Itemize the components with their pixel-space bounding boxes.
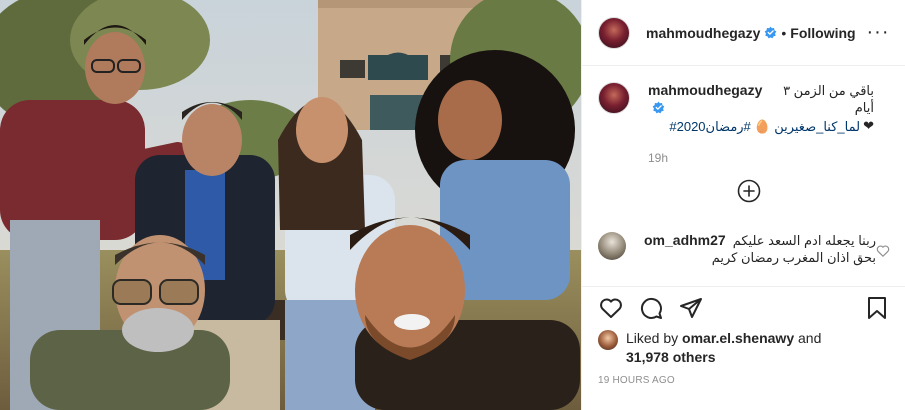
caption-head: mahmoudhegazy باقي من الزمن ٣ أيام: [648, 82, 874, 116]
comment-button[interactable]: [638, 295, 664, 321]
header-separator: •: [781, 24, 787, 41]
comments-section: mahmoudhegazy باقي من الزمن ٣ أيام لما_ك…: [582, 66, 905, 286]
caption-hashtags[interactable]: لما_كنا_صغيرين 🥚 #رمضان2020#: [669, 118, 860, 135]
author-username[interactable]: mahmoudhegazy: [646, 25, 760, 41]
like-button[interactable]: [598, 295, 624, 321]
post-timestamp[interactable]: 19 HOURS AGO: [598, 375, 890, 386]
paper-plane-icon: [680, 298, 702, 318]
commenter-username[interactable]: om_adhm27: [644, 232, 726, 249]
likes-text: Liked by omar.el.shenawy and 31,978 othe…: [626, 329, 821, 367]
likes-prefix: Liked by: [626, 330, 679, 346]
comment-like-heart-icon[interactable]: [876, 244, 890, 258]
comment-bubble-icon: [640, 297, 662, 319]
liked-by-username[interactable]: omar.el.shenawy: [682, 330, 794, 346]
group-selfie-image: [0, 0, 581, 410]
liker-avatar[interactable]: [598, 330, 618, 350]
comment-text-line1: ربنا يجعله ادم السعد عليكم: [732, 233, 876, 248]
post-actions: Liked by omar.el.shenawy and 31,978 othe…: [582, 286, 905, 386]
plus-circle-icon[interactable]: [737, 179, 761, 203]
post-header: mahmoudhegazy • Following ···: [582, 0, 905, 66]
caption-avatar[interactable]: [598, 82, 630, 114]
more-options-icon[interactable]: ···: [867, 21, 889, 43]
author-avatar[interactable]: [598, 16, 630, 49]
save-button[interactable]: [864, 295, 890, 321]
action-icons: [598, 291, 890, 325]
comment-first-line: om_adhm27 ربنا يجعله ادم السعد عليكم: [644, 232, 876, 249]
following-button[interactable]: Following: [790, 25, 855, 41]
comment-text-line2: بحق اذان المغرب رمضان كريم: [711, 250, 876, 265]
caption-username[interactable]: mahmoudhegazy: [648, 82, 762, 98]
caption-time: 19h: [648, 151, 669, 165]
bookmark-icon: [868, 297, 886, 319]
post-photo[interactable]: [0, 0, 581, 410]
caption-text: باقي من الزمن ٣ أيام: [783, 83, 874, 115]
likes-others-link[interactable]: 31,978 others: [626, 349, 716, 365]
heart-icon: [600, 298, 622, 318]
likes-summary: Liked by omar.el.shenawy and 31,978 othe…: [598, 329, 890, 367]
verified-badge-icon: [765, 26, 777, 39]
comment-body: om_adhm27 ربنا يجعله ادم السعد عليكم بحق…: [644, 232, 876, 266]
caption: mahmoudhegazy باقي من الزمن ٣ أيام لما_ك…: [598, 82, 890, 135]
share-button[interactable]: [678, 295, 704, 321]
commenter-avatar[interactable]: [598, 232, 626, 260]
heart-emoji: ❤: [863, 118, 874, 133]
post-side-panel: mahmoudhegazy • Following ··· mahmoudheg…: [581, 0, 905, 410]
caption-body: mahmoudhegazy باقي من الزمن ٣ أيام لما_ك…: [648, 82, 874, 135]
comment-item: om_adhm27 ربنا يجعله ادم السعد عليكم بحق…: [598, 232, 898, 266]
caption-hashtag-line: لما_كنا_صغيرين 🥚 #رمضان2020# ❤: [648, 116, 874, 135]
caption-verified-badge-icon: [652, 101, 665, 114]
likes-and: and: [798, 330, 822, 346]
